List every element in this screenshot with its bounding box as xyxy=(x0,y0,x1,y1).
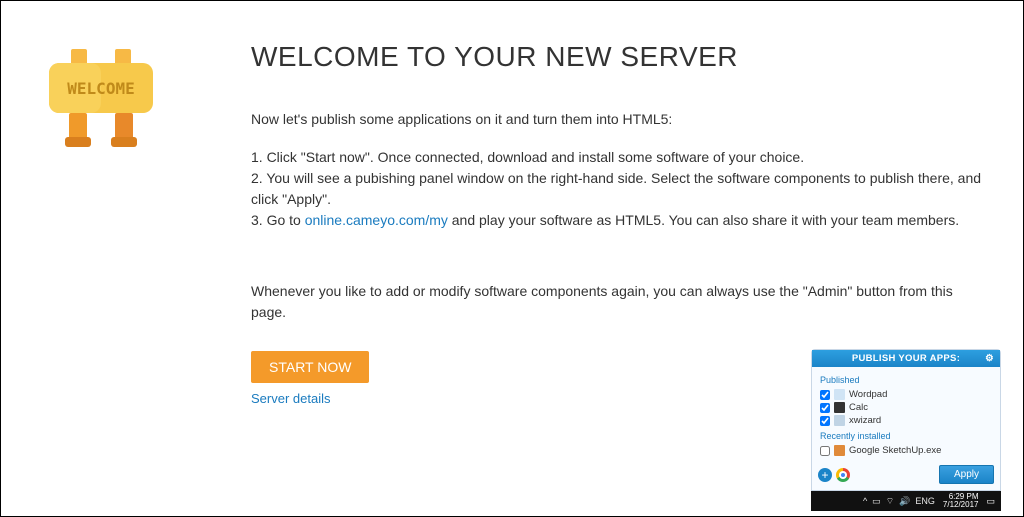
add-icon[interactable]: + xyxy=(818,468,832,482)
publish-panel-preview: PUBLISH YOUR APPS: ⚙ Published Wordpad C… xyxy=(811,349,1001,511)
recent-label: Recently installed xyxy=(820,431,992,441)
battery-icon[interactable]: ▭ xyxy=(872,496,881,507)
gear-icon[interactable]: ⚙ xyxy=(985,353,994,364)
network-icon[interactable]: ⌔ xyxy=(886,496,894,507)
app-row-wordpad[interactable]: Wordpad xyxy=(820,388,992,401)
page-title: WELCOME TO YOUR NEW SERVER xyxy=(251,41,991,73)
published-label: Published xyxy=(820,375,992,385)
app-row-sketchup[interactable]: Google SketchUp.exe xyxy=(820,444,992,457)
welcome-text: WELCOME xyxy=(67,79,134,98)
chrome-icon[interactable] xyxy=(836,468,850,482)
taskbar: ^ ▭ ⌔ 🔊 ENG 6:29 PM 7/12/2017 ▭ xyxy=(811,491,1001,511)
system-tray[interactable]: ^ ▭ ⌔ 🔊 ENG xyxy=(863,496,935,507)
cameyo-link[interactable]: online.cameyo.com/my xyxy=(305,212,448,228)
language-indicator[interactable]: ENG xyxy=(915,496,935,506)
panel-header: PUBLISH YOUR APPS: ⚙ xyxy=(812,350,1000,367)
calc-icon xyxy=(834,402,845,413)
checkbox-wordpad[interactable] xyxy=(820,390,830,400)
step-3: 3. Go to online.cameyo.com/my and play y… xyxy=(251,210,991,231)
apply-button[interactable]: Apply xyxy=(939,465,994,484)
sound-icon[interactable]: 🔊 xyxy=(899,496,910,507)
intro-text: Now let's publish some applications on i… xyxy=(251,111,991,127)
app-row-calc[interactable]: Calc xyxy=(820,401,992,414)
checkbox-calc[interactable] xyxy=(820,403,830,413)
checkbox-sketchup[interactable] xyxy=(820,446,830,456)
welcome-icon: WELCOME xyxy=(31,41,171,156)
note-text: Whenever you like to add or modify softw… xyxy=(251,281,971,323)
app-row-xwizard[interactable]: xwizard xyxy=(820,414,992,427)
step-1: 1. Click "Start now". Once connected, do… xyxy=(251,147,991,168)
xwizard-icon xyxy=(834,415,845,426)
step-2: 2. You will see a pubishing panel window… xyxy=(251,168,991,210)
wordpad-icon xyxy=(834,389,845,400)
checkbox-xwizard[interactable] xyxy=(820,416,830,426)
chevron-up-icon[interactable]: ^ xyxy=(863,496,867,506)
notifications-icon[interactable]: ▭ xyxy=(986,496,995,507)
steps-list: 1. Click "Start now". Once connected, do… xyxy=(251,147,991,231)
start-now-button[interactable]: START NOW xyxy=(251,351,369,383)
clock[interactable]: 6:29 PM 7/12/2017 xyxy=(943,493,979,509)
sketchup-icon xyxy=(834,445,845,456)
